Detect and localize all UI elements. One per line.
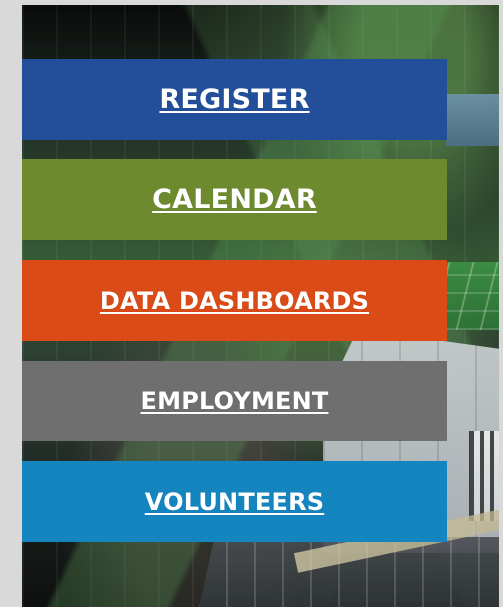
background-building-side	[469, 431, 499, 521]
employment-link[interactable]: EMPLOYMENT	[22, 361, 447, 441]
background-water-area	[446, 94, 499, 146]
calendar-link[interactable]: CALENDAR	[22, 159, 447, 240]
employment-label: EMPLOYMENT	[140, 387, 329, 415]
register-link[interactable]: REGISTER	[22, 59, 447, 140]
calendar-label: CALENDAR	[152, 184, 317, 215]
volunteers-label: VOLUNTEERS	[144, 487, 325, 516]
data-dashboards-link[interactable]: DATA DASHBOARDS	[22, 260, 447, 341]
volunteers-link[interactable]: VOLUNTEERS	[22, 461, 447, 542]
page-frame: REGISTER CALENDAR DATA DASHBOARDS EMPLOY…	[0, 0, 503, 607]
register-label: REGISTER	[159, 84, 310, 115]
data-dashboards-label: DATA DASHBOARDS	[99, 286, 370, 315]
